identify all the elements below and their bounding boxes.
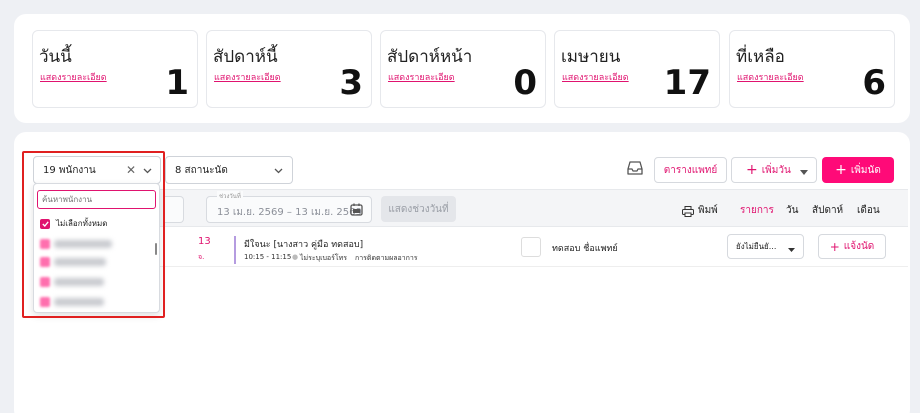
notify-label: แจ้งนัด (843, 241, 875, 252)
stat-value: 6 (862, 63, 886, 103)
stat-card-remaining: ที่เหลือ แสดงรายละเอียด 6 (729, 30, 895, 108)
notify-appointment-button[interactable]: + แจ้งนัด (818, 234, 886, 259)
chevron-down-icon (274, 166, 283, 177)
stat-value: 3 (339, 63, 363, 103)
prev-range-button[interactable] (164, 196, 184, 223)
appointment-weekday: จ. (198, 253, 205, 261)
appointment-status-select[interactable]: ยังไม่ยืนยั... (727, 234, 804, 259)
appointment-day: 13 (198, 236, 211, 247)
show-range-button[interactable]: แสดงช่วงวันที่ (381, 196, 456, 222)
deselect-all-label: ไม่เลือกทั้งหมด (56, 219, 108, 228)
staff-select-value: 19 พนักงาน (43, 164, 96, 176)
stat-detail-link[interactable]: แสดงรายละเอียด (214, 70, 281, 84)
appointment-time: 10:15 - 11:15 (244, 253, 292, 261)
separator-dot: ● (292, 253, 299, 261)
caret-down-icon (788, 245, 795, 254)
date-range-value: 13 เม.ย. 2569 – 13 เม.ย. 2569 (217, 207, 362, 218)
stat-card-this-week: สัปดาห์นี้ แสดงรายละเอียด 3 (206, 30, 372, 108)
stat-card-today: วันนี้ แสดงรายละเอียด 1 (32, 30, 198, 108)
stat-title: สัปดาห์นี้ (213, 47, 278, 67)
stat-detail-link[interactable]: แสดงรายละเอียด (40, 70, 107, 84)
print-button[interactable]: พิมพ์ (698, 203, 718, 218)
staff-option[interactable] (40, 277, 120, 287)
stat-title: สัปดาห์หน้า (387, 47, 473, 67)
add-day-label: เพิ่มวัน (761, 164, 791, 176)
stat-detail-link[interactable]: แสดงรายละเอียด (562, 70, 629, 84)
stat-detail-link[interactable]: แสดงรายละเอียด (737, 70, 804, 84)
tab-month[interactable]: เดือน (857, 203, 880, 218)
chevron-down-icon (143, 166, 152, 177)
staff-option[interactable] (40, 239, 120, 249)
stat-value: 17 (663, 63, 711, 103)
printer-icon[interactable] (682, 202, 694, 221)
staff-option[interactable] (40, 297, 120, 307)
plus-icon: + (746, 162, 758, 178)
plus-icon: + (829, 239, 840, 254)
add-appointment-button[interactable]: + เพิ่มนัด (822, 157, 894, 183)
caret-down-icon[interactable] (800, 167, 808, 178)
tab-week[interactable]: สัปดาห์ (812, 203, 843, 218)
stat-card-next-week: สัปดาห์หน้า แสดงรายละเอียด 0 (380, 30, 546, 108)
tab-day[interactable]: วัน (786, 203, 798, 218)
date-toolbar: ช่วงวันที่ 13 เม.ย. 2569 – 13 เม.ย. 2569… (34, 189, 908, 227)
appointment-type: การติดตามผลอาการ (355, 254, 418, 262)
staff-dropdown: ไม่เลือกทั้งหมด (33, 183, 160, 313)
calendar-icon (350, 203, 363, 219)
appointment-color-bar (234, 236, 236, 264)
stat-detail-link[interactable]: แสดงรายละเอียด (388, 70, 455, 84)
stats-panel: วันนี้ แสดงรายละเอียด 1 สัปดาห์นี้ แสดงร… (14, 14, 910, 123)
doctor-schedule-button[interactable]: ตารางแพทย์ (654, 157, 727, 183)
doctor-name: ทดสอบ ชื่อแพทย์ (552, 244, 618, 254)
stat-value: 0 (513, 63, 537, 103)
stat-title: เมษายน (561, 47, 621, 67)
date-range-label: ช่วงวันที่ (217, 191, 243, 201)
tab-list[interactable]: รายการ (740, 203, 774, 218)
checkbox-checked-icon[interactable] (40, 218, 50, 229)
date-range-field[interactable]: ช่วงวันที่ 13 เม.ย. 2569 – 13 เม.ย. 2569 (206, 191, 372, 223)
inbox-icon[interactable] (626, 160, 644, 180)
deselect-all-option[interactable]: ไม่เลือกทั้งหมด (40, 217, 108, 230)
add-day-button[interactable]: + เพิ่มวัน (731, 157, 817, 183)
status-select-value: 8 สถานะนัด (175, 164, 228, 176)
phone-note: ไม่ระบุเบอร์โทร (300, 254, 348, 262)
clear-icon[interactable]: ✕ (126, 163, 136, 177)
staff-search-input[interactable] (37, 190, 156, 209)
doctor-avatar (521, 237, 541, 257)
staff-option[interactable] (40, 257, 120, 267)
staff-select[interactable]: 19 พนักงาน ✕ (33, 156, 161, 184)
show-range-label: แสดงช่วงวันที่ (388, 203, 449, 215)
doctor-schedule-label: ตารางแพทย์ (663, 164, 718, 176)
status-label: ยังไม่ยืนยั... (736, 242, 777, 251)
plus-icon: + (835, 162, 847, 178)
status-select[interactable]: 8 สถานะนัด (165, 156, 293, 184)
stat-title: วันนี้ (39, 47, 72, 67)
add-appointment-label: เพิ่มนัด (850, 164, 881, 176)
stat-title: ที่เหลือ (736, 47, 785, 67)
stat-value: 1 (165, 63, 189, 103)
stat-card-month: เมษายน แสดงรายละเอียด 17 (554, 30, 720, 108)
patient-name[interactable]: มีใจนะ [นางสาว คู่มือ ทดสอบ] (244, 237, 363, 251)
dropdown-scrollbar[interactable] (155, 243, 157, 255)
appointment-row[interactable]: 13 จ. มีใจนะ [นางสาว คู่มือ ทดสอบ] 10:15… (34, 227, 908, 267)
